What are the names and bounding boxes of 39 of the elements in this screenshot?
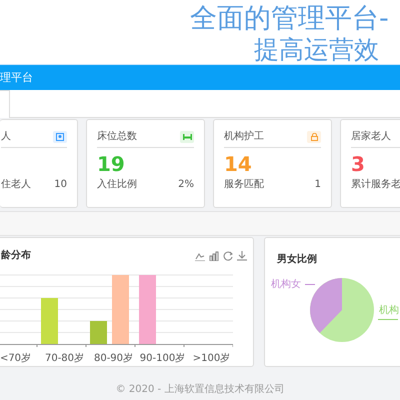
line-chart-icon[interactable] bbox=[195, 250, 205, 260]
axis-label: 90-100岁 bbox=[138, 352, 186, 366]
lock-icon bbox=[307, 130, 321, 142]
stat-number: 19 bbox=[97, 151, 126, 177]
chart-title: 男女比例 bbox=[276, 252, 318, 267]
footer-text: © 2020 - 上海软置信息技术有限公司 bbox=[114, 382, 286, 397]
card-title: 机构护工 bbox=[224, 130, 264, 144]
card-title: 床位总数 bbox=[97, 130, 137, 144]
stat-value: 10 bbox=[54, 178, 67, 192]
card-title: 居家老人 bbox=[351, 130, 391, 144]
bar bbox=[139, 275, 156, 344]
banner-subtitle: 提高运营效 bbox=[254, 36, 379, 64]
stat-value: 2% bbox=[178, 178, 194, 192]
stat-value: 1 bbox=[314, 178, 321, 192]
stat-number: 14 bbox=[224, 151, 253, 177]
card-title: 人 bbox=[1, 130, 11, 144]
axis-label: 80-90岁 bbox=[92, 352, 134, 366]
bar bbox=[41, 298, 58, 344]
axis-label: >100岁 bbox=[192, 352, 232, 366]
stat-number: 3 bbox=[351, 151, 366, 177]
stat-caption: 服务匹配 bbox=[224, 178, 264, 192]
stat-caption: 入住比例 bbox=[97, 178, 137, 192]
axis-label: 70-80岁 bbox=[44, 352, 86, 366]
bar-chart-icon[interactable] bbox=[209, 250, 219, 260]
header-title: 理平台 bbox=[0, 64, 400, 90]
bed-icon bbox=[180, 130, 194, 142]
leader-line bbox=[378, 319, 398, 320]
chart-title: 龄分布 bbox=[1, 248, 31, 263]
axis-label: <70岁 bbox=[0, 352, 32, 366]
pie-label: 机构女 bbox=[271, 278, 301, 292]
pie-label: 机构 bbox=[379, 304, 399, 318]
bar bbox=[90, 321, 107, 344]
download-icon[interactable] bbox=[237, 250, 247, 260]
banner-title: 全面的管理平台- bbox=[190, 4, 389, 34]
leader-line bbox=[305, 284, 315, 285]
refresh-icon[interactable] bbox=[223, 250, 233, 260]
pie-chart bbox=[307, 275, 377, 345]
stat-caption: 住老人 bbox=[1, 178, 31, 192]
bar bbox=[112, 275, 129, 344]
